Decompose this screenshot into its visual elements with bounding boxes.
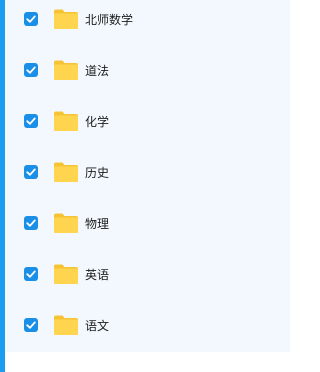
folder-item-0[interactable]: 北师数学: [5, 0, 290, 40]
folder-item-5[interactable]: 英语: [5, 255, 290, 295]
check-icon: [26, 117, 36, 125]
folder-icon: [53, 59, 79, 81]
check-icon: [26, 168, 36, 176]
folder-name: 化学: [85, 115, 110, 129]
checkbox[interactable]: [24, 63, 38, 77]
check-icon: [26, 66, 36, 74]
checkbox[interactable]: [24, 216, 38, 230]
folder-item-1[interactable]: 道法: [5, 51, 290, 91]
check-icon: [26, 219, 36, 227]
folder-item-3[interactable]: 历史: [5, 153, 290, 193]
folder-icon: [53, 314, 79, 336]
folder-icon: [53, 110, 79, 132]
folder-name: 语文: [85, 319, 110, 333]
checkbox[interactable]: [24, 165, 38, 179]
folder-name: 英语: [85, 268, 110, 282]
folder-item-2[interactable]: 化学: [5, 102, 290, 142]
checkbox[interactable]: [24, 114, 38, 128]
folder-icon: [53, 161, 79, 183]
folder-item-4[interactable]: 物理: [5, 204, 290, 244]
folder-name: 历史: [85, 166, 110, 180]
folder-icon: [53, 212, 79, 234]
checkbox[interactable]: [24, 12, 38, 26]
checkbox[interactable]: [24, 267, 38, 281]
folder-icon: [53, 263, 79, 285]
folder-name: 道法: [85, 64, 110, 78]
folder-icon: [53, 8, 79, 30]
folder-panel: 北师数学 道法 化学 历史 物理 英语 语文: [5, 0, 290, 352]
checkbox[interactable]: [24, 318, 38, 332]
check-icon: [26, 15, 36, 23]
check-icon: [26, 321, 36, 329]
folder-name: 北师数学: [85, 13, 134, 27]
folder-item-6[interactable]: 语文: [5, 306, 290, 346]
check-icon: [26, 270, 36, 278]
folder-name: 物理: [85, 217, 110, 231]
